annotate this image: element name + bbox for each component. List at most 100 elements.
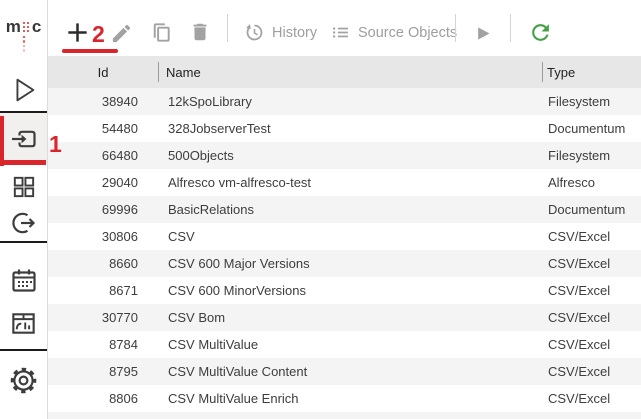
edit-button[interactable] (110, 22, 133, 45)
play-filled-icon (472, 23, 493, 44)
history-icon (244, 22, 265, 43)
copy-icon (148, 20, 173, 45)
history-button-label: History (272, 25, 317, 41)
cell-id: 8671 (48, 277, 158, 304)
cell-id: 8660 (48, 250, 158, 277)
cell-type: CSV/Excel (542, 331, 641, 358)
plus-icon (64, 19, 91, 46)
cell-name: 500Objects (158, 142, 542, 169)
cell-id: 54480 (48, 115, 158, 142)
annotation-highlight-left-bar (0, 116, 4, 166)
column-resize-handle[interactable] (542, 62, 543, 82)
table-row[interactable]: 8795 CSV MultiValue Content CSV/Excel (48, 358, 641, 385)
sidebar-divider (0, 349, 47, 351)
toolbar: History Source Objects (48, 0, 641, 56)
refresh-button[interactable] (528, 20, 553, 45)
delete-button[interactable] (189, 21, 211, 43)
cell-type: Filesystem (542, 88, 641, 115)
import-icon (9, 124, 39, 154)
toolbar-separator (510, 14, 511, 42)
table-row[interactable]: 30806 CSV CSV/Excel (48, 223, 641, 250)
table-row[interactable]: 29040 Alfresco vm-alfresco-test Alfresco (48, 169, 641, 196)
cell-name: 328JobserverTest (158, 115, 542, 142)
logo-letter-m: m (6, 20, 21, 34)
cell-type: CSV/Excel (542, 223, 641, 250)
cell-name: CSV (158, 223, 542, 250)
table-row[interactable]: 8660 CSV 600 Major Versions CSV/Excel (48, 250, 641, 277)
app-window: m c (0, 0, 641, 419)
cell-type: CSV/Excel (542, 304, 641, 331)
cell-type: Documentum (542, 196, 641, 223)
table-row[interactable]: 8806 CSV MultiValue Enrich CSV/Excel (48, 385, 641, 412)
refresh-icon (528, 20, 553, 45)
sidebar-item-scheduler[interactable] (0, 264, 47, 298)
column-header-id[interactable]: Id (48, 65, 158, 80)
cell-id: 8784 (48, 331, 158, 358)
sidebar-item-dashboard[interactable] (0, 307, 47, 340)
cell-type: CSV/Excel (542, 385, 641, 412)
export-icon (9, 208, 39, 238)
cell-type: Filesystem (542, 142, 641, 169)
cell-name: CSV 600 Major Versions (158, 250, 542, 277)
sidebar-item-import[interactable] (0, 113, 47, 164)
cell-type: CSV/Excel (542, 277, 641, 304)
grid-icon (10, 173, 37, 200)
logo-letter-c: c (32, 20, 41, 34)
table-row[interactable]: 38940 12kSpoLibrary Filesystem (48, 88, 641, 115)
cell-id: 30806 (48, 223, 158, 250)
logo-dots-icon (23, 22, 30, 33)
main-content: History Source Objects (48, 0, 641, 419)
logo-dot-tail-icon (23, 36, 25, 52)
table-row[interactable]: 54480 328JobserverTest Documentum (48, 115, 641, 142)
cell-name: CSV Bom (158, 304, 542, 331)
sidebar-item-run[interactable] (0, 72, 47, 108)
cell-id: 8806 (48, 385, 158, 412)
cell-name: BasicRelations (158, 196, 542, 223)
history-button[interactable]: History (244, 22, 317, 43)
cell-name: CSV MultiValue (158, 331, 542, 358)
sidebar-item-settings[interactable] (0, 362, 47, 398)
cell-id: 29040 (48, 169, 158, 196)
cell-type: CSV/Excel (542, 358, 641, 385)
cell-id: 38940 (48, 88, 158, 115)
calendar-icon (9, 266, 39, 296)
add-button[interactable] (64, 19, 91, 46)
sidebar-item-modules[interactable] (0, 170, 47, 202)
table-row[interactable]: 30770 CSV Bom CSV/Excel (48, 304, 641, 331)
table-row[interactable]: 8784 CSV MultiValue CSV/Excel (48, 331, 641, 358)
sidebar: m c (0, 0, 48, 419)
table-header: Id Name Type (48, 56, 641, 88)
play-outline-icon (9, 74, 39, 106)
table-row[interactable]: 8671 CSV 600 MinorVersions CSV/Excel (48, 277, 641, 304)
column-header-name[interactable]: Name (158, 65, 542, 80)
cell-id: 30770 (48, 304, 158, 331)
table-body: 38940 12kSpoLibrary Filesystem 54480 328… (48, 88, 641, 419)
column-header-type[interactable]: Type (542, 65, 641, 80)
table-row-partial[interactable] (48, 412, 641, 419)
annotation-step-2: 2 (92, 23, 105, 46)
cell-id: 69996 (48, 196, 158, 223)
copy-button[interactable] (148, 20, 173, 45)
cell-name: CSV 600 MinorVersions (158, 277, 542, 304)
app-logo: m c (0, 20, 47, 54)
source-objects-button-label: Source Objects (358, 25, 457, 41)
cell-name: CSV MultiValue Enrich (158, 385, 542, 412)
sidebar-item-export[interactable] (0, 206, 47, 240)
trash-icon (189, 21, 211, 43)
column-resize-handle[interactable] (158, 62, 159, 82)
cell-name: CSV MultiValue Content (158, 358, 542, 385)
source-objects-button[interactable]: Source Objects (330, 22, 457, 43)
annotation-step-1: 1 (49, 133, 62, 156)
cell-id: 66480 (48, 142, 158, 169)
toolbar-separator (227, 14, 228, 42)
cell-type: Alfresco (542, 169, 641, 196)
table-row[interactable]: 69996 BasicRelations Documentum (48, 196, 641, 223)
gear-icon (8, 365, 39, 396)
table-row[interactable]: 66480 500Objects Filesystem (48, 142, 641, 169)
cell-name: Alfresco vm-alfresco-test (158, 169, 542, 196)
cell-type: Documentum (542, 115, 641, 142)
annotation-highlight-bottom-bar (0, 160, 46, 165)
run-button[interactable] (472, 23, 493, 44)
sidebar-divider (0, 241, 47, 243)
cell-id: 8795 (48, 358, 158, 385)
